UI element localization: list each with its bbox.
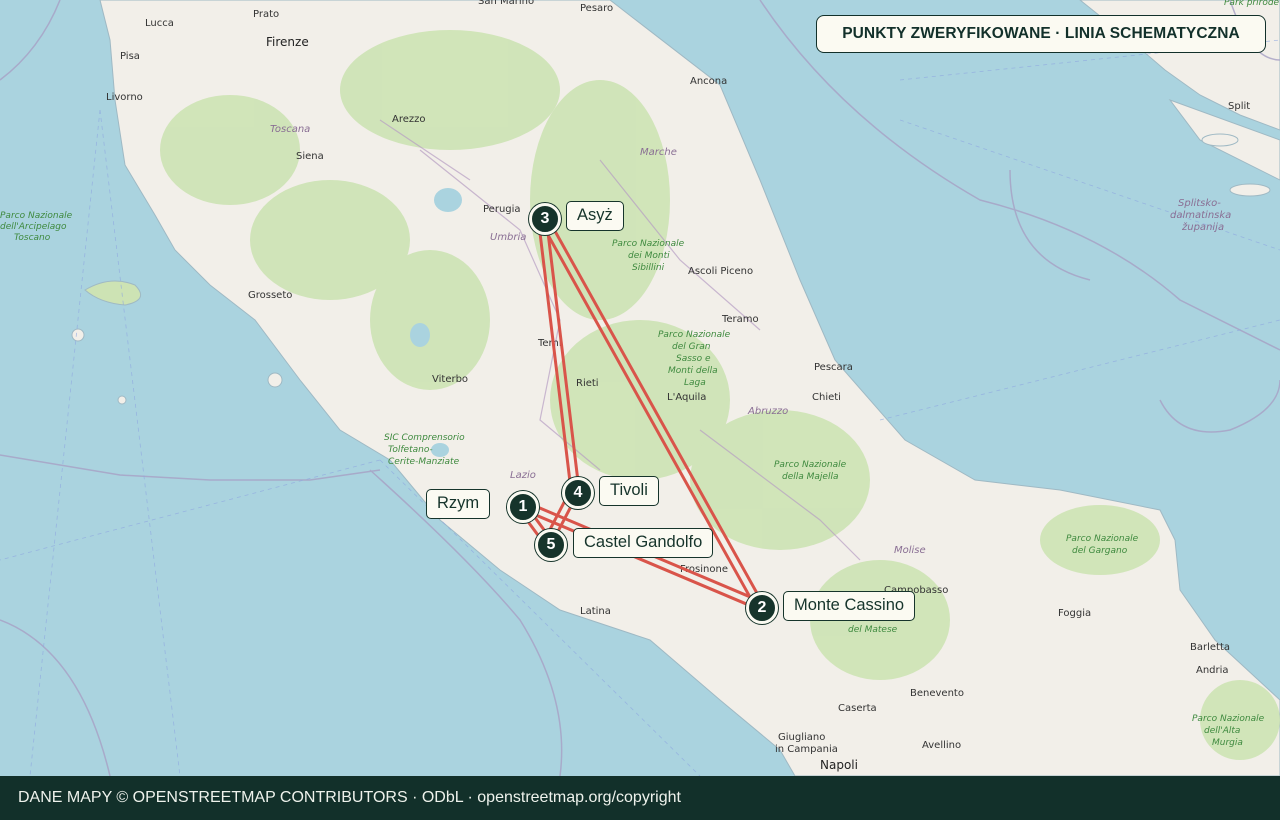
svg-text:dell'Arcipelago: dell'Arcipelago	[0, 222, 67, 232]
basemap: Lucca Prato Firenze Pesaro San Marino Li…	[0, 0, 1280, 776]
svg-text:Giugliano: Giugliano	[778, 732, 825, 743]
svg-text:Parco Nazionale: Parco Nazionale	[1066, 534, 1139, 544]
stop-label-asyz[interactable]: Asyż	[566, 201, 624, 231]
svg-text:del Gargano: del Gargano	[1072, 546, 1128, 556]
stop-label-tivoli[interactable]: Tivoli	[599, 476, 659, 506]
svg-text:Perugia: Perugia	[483, 204, 521, 215]
svg-text:Monti della: Monti della	[668, 366, 718, 376]
stop-marker-1[interactable]: 1	[507, 491, 539, 523]
stop-marker-2[interactable]: 2	[746, 592, 778, 624]
svg-text:Benevento: Benevento	[910, 688, 964, 699]
svg-text:Tolfetano-: Tolfetano-	[388, 445, 433, 455]
svg-text:Siena: Siena	[296, 151, 324, 162]
svg-text:Parco Nazionale: Parco Nazionale	[774, 460, 847, 470]
stop-label-rzym[interactable]: Rzym	[426, 489, 491, 519]
svg-text:del Matese: del Matese	[848, 625, 898, 635]
svg-text:L'Aquila: L'Aquila	[667, 392, 706, 403]
svg-text:Park prirode: Park prirode	[1224, 0, 1280, 8]
svg-text:Caserta: Caserta	[838, 703, 877, 714]
svg-text:della Majella: della Majella	[782, 472, 838, 482]
svg-text:Viterbo: Viterbo	[432, 374, 468, 385]
stop-marker-3[interactable]: 3	[529, 203, 561, 235]
svg-text:Arezzo: Arezzo	[392, 114, 426, 125]
svg-text:Parco Nazionale: Parco Nazionale	[1192, 714, 1265, 724]
svg-text:Firenze: Firenze	[266, 35, 309, 49]
svg-text:del Gran: del Gran	[672, 342, 711, 352]
map-legend-badge: PUNKTY ZWERYFIKOWANE · LINIA SCHEMATYCZN…	[816, 15, 1266, 53]
svg-text:Toscana: Toscana	[270, 124, 310, 135]
svg-text:Cerite-Manziate: Cerite-Manziate	[388, 457, 460, 467]
svg-text:dalmatinska: dalmatinska	[1170, 210, 1231, 221]
svg-text:Grosseto: Grosseto	[248, 290, 292, 301]
svg-text:Toscano: Toscano	[14, 233, 51, 243]
svg-text:Sasso e: Sasso e	[676, 354, 711, 364]
svg-text:San Marino: San Marino	[478, 0, 534, 7]
svg-text:Lazio: Lazio	[510, 470, 536, 481]
stop-label-monte-cassino[interactable]: Monte Cassino	[783, 591, 916, 621]
svg-text:Pesaro: Pesaro	[580, 3, 613, 14]
svg-text:Rieti: Rieti	[576, 378, 599, 389]
svg-text:Teramo: Teramo	[721, 314, 759, 325]
svg-text:Sibillini: Sibillini	[632, 263, 665, 273]
svg-text:Ascoli Piceno: Ascoli Piceno	[688, 266, 753, 277]
map-canvas[interactable]: Lucca Prato Firenze Pesaro San Marino Li…	[0, 0, 1280, 776]
svg-text:Laga: Laga	[684, 378, 706, 388]
stop-label-castel-gandolfo[interactable]: Castel Gandolfo	[573, 528, 714, 558]
stop-marker-5[interactable]: 5	[535, 529, 567, 561]
svg-text:Umbria: Umbria	[490, 232, 526, 243]
svg-text:Chieti: Chieti	[812, 392, 841, 403]
svg-text:Terni: Terni	[537, 338, 562, 349]
svg-text:Prato: Prato	[253, 9, 279, 20]
svg-text:Pisa: Pisa	[120, 51, 140, 62]
svg-text:Foggia: Foggia	[1058, 608, 1091, 619]
svg-text:Parco Nazionale: Parco Nazionale	[612, 239, 685, 249]
svg-text:dei Monti: dei Monti	[628, 251, 670, 261]
svg-text:Pescara: Pescara	[814, 362, 853, 373]
svg-text:Avellino: Avellino	[922, 740, 961, 751]
map-attribution-footer: DANE MAPY © OPENSTREETMAP CONTRIBUTORS ·…	[0, 776, 1280, 820]
svg-text:Splitsko-: Splitsko-	[1178, 198, 1221, 209]
svg-text:Abruzzo: Abruzzo	[747, 406, 788, 417]
svg-text:Andria: Andria	[1196, 665, 1229, 676]
svg-text:Napoli: Napoli	[820, 758, 858, 772]
svg-text:Parco Nazionale: Parco Nazionale	[0, 211, 73, 221]
svg-text:Marche: Marche	[640, 147, 677, 158]
svg-text:Parco Nazionale: Parco Nazionale	[658, 330, 731, 340]
svg-text:in Campania: in Campania	[775, 744, 838, 755]
svg-text:Lucca: Lucca	[145, 18, 174, 29]
svg-text:županija: županija	[1181, 221, 1224, 233]
svg-text:SIC Comprensorio: SIC Comprensorio	[384, 433, 465, 443]
svg-text:Molise: Molise	[894, 545, 926, 556]
svg-text:Latina: Latina	[580, 606, 611, 617]
svg-text:Barletta: Barletta	[1190, 642, 1230, 653]
stop-marker-4[interactable]: 4	[562, 477, 594, 509]
svg-text:Livorno: Livorno	[106, 92, 143, 103]
svg-text:dell'Alta: dell'Alta	[1204, 726, 1240, 736]
svg-text:Murgia: Murgia	[1212, 738, 1243, 748]
svg-text:Ancona: Ancona	[690, 76, 727, 87]
svg-text:Split: Split	[1228, 101, 1250, 112]
